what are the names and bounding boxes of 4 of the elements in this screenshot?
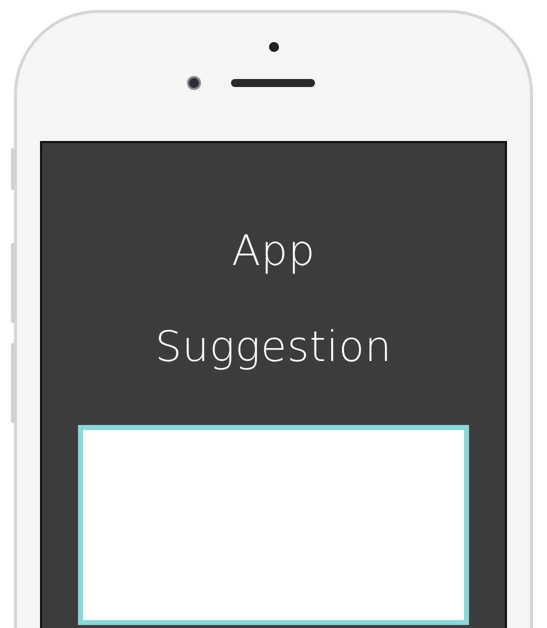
camera-icon (186, 76, 200, 90)
speaker-slot-icon (230, 79, 314, 87)
sensor-dot-icon (268, 42, 278, 52)
screen-heading: App Suggestion (154, 225, 393, 373)
